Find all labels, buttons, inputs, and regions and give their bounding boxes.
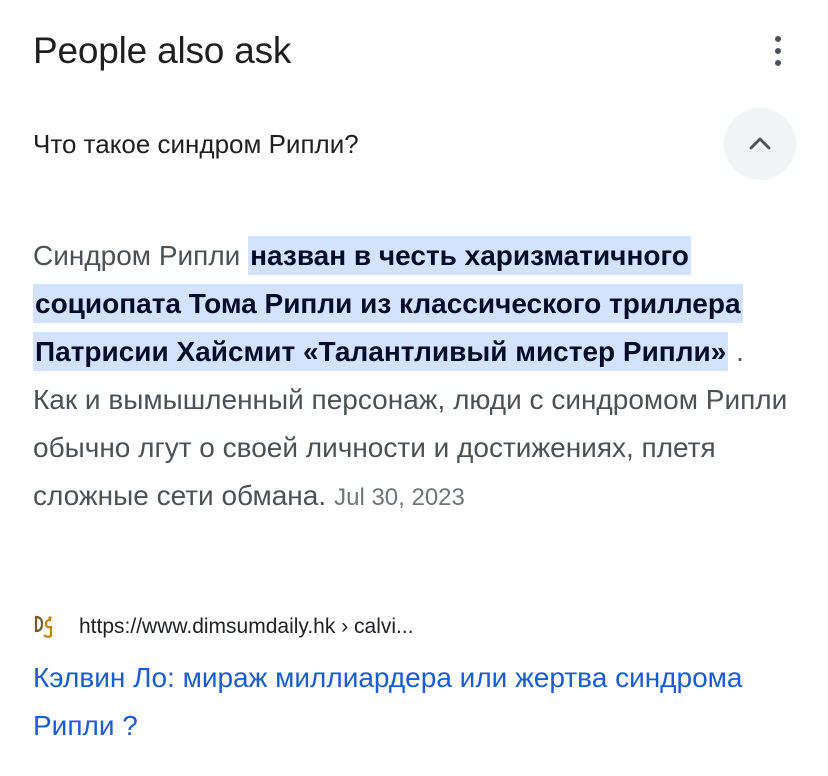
collapse-button[interactable] [724, 108, 796, 180]
more-vert-icon [775, 36, 781, 42]
source-url[interactable]: https://www.dimsumdaily.hk › calvi... [79, 612, 414, 642]
chevron-up-icon [749, 137, 771, 150]
answer-lead: Синдром Рипли [33, 240, 241, 271]
source-row[interactable]: https://www.dimsumdaily.hk › calvi... [33, 612, 808, 642]
dimsumdaily-favicon-icon [34, 615, 53, 638]
answer-snippet: Синдром Рипли назван в честь харизматичн… [33, 232, 793, 522]
paa-header: People also ask [33, 26, 808, 76]
answer-date: Jul 30, 2023 [334, 484, 465, 511]
more-vert-icon-dot [775, 60, 781, 66]
section-title: People also ask [33, 30, 292, 71]
result-title-link[interactable]: Кэлвин Ло: мираж миллиардера или жертва … [33, 654, 773, 750]
question-text: Что такое синдром Рипли? [33, 129, 359, 159]
more-options-button[interactable] [766, 34, 790, 68]
question-toggle[interactable]: Что такое синдром Рипли? [33, 108, 796, 180]
more-vert-icon-dot [775, 48, 781, 54]
